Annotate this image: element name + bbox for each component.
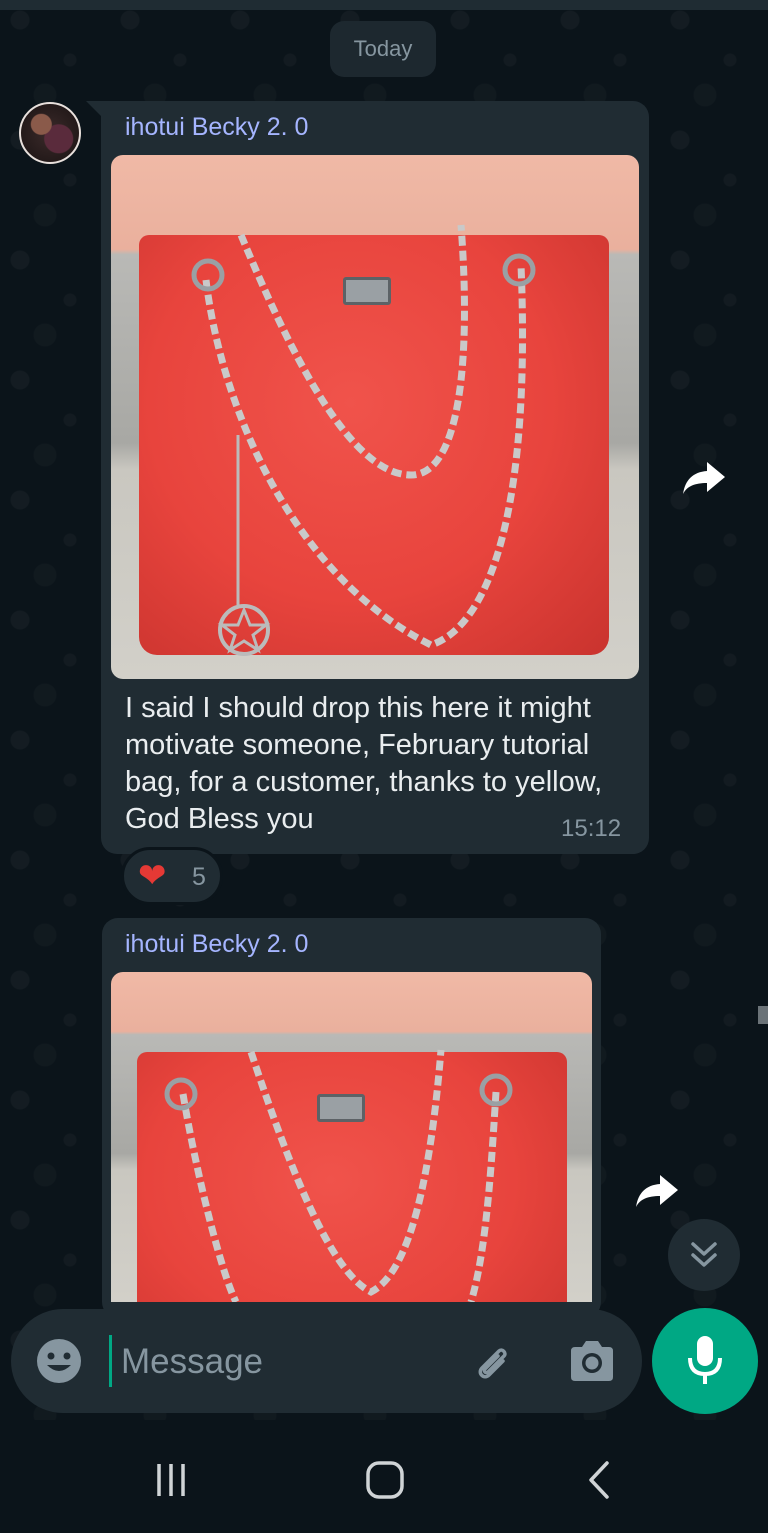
message-text: I said I should drop this here it might … [125, 692, 603, 835]
chain-strap-illustration [164, 1049, 513, 1302]
paperclip-icon [478, 1348, 507, 1379]
system-nav-bar [0, 1420, 768, 1533]
camera-icon [571, 1341, 613, 1381]
forward-icon [683, 462, 725, 494]
voice-record-button[interactable] [652, 1308, 758, 1414]
emoji-button[interactable] [35, 1337, 83, 1385]
scroll-to-bottom-button[interactable] [668, 1219, 740, 1291]
top-divider [0, 0, 768, 10]
forward-button[interactable] [678, 452, 730, 504]
reaction-badge[interactable]: ❤ 5 [121, 847, 223, 905]
camera-button[interactable] [567, 1337, 617, 1385]
chat-area[interactable]: Today ihotui Becky 2. 0 I said I should … [0, 0, 768, 1420]
home-button[interactable] [355, 1450, 415, 1510]
emoji-icon [37, 1339, 81, 1383]
recent-apps-icon [157, 1464, 185, 1496]
text-caret [109, 1335, 112, 1387]
bubble-tail [86, 101, 102, 117]
scrollbar-thumb[interactable] [758, 1006, 768, 1024]
message-image[interactable] [111, 972, 592, 1302]
message-input[interactable] [119, 1329, 453, 1395]
home-icon [366, 1461, 404, 1499]
mic-icon [688, 1336, 722, 1384]
double-chevron-down-icon [691, 1242, 717, 1267]
date-chip: Today [330, 21, 436, 77]
message-time: 15:12 [561, 815, 622, 842]
message-bubble[interactable]: ihotui Becky 2. 0 [102, 918, 601, 1318]
recent-apps-button[interactable] [141, 1450, 201, 1510]
message-image[interactable] [111, 155, 639, 679]
forward-button[interactable] [631, 1165, 683, 1217]
sender-name[interactable]: ihotui Becky 2. 0 [125, 113, 308, 142]
back-icon [589, 1461, 609, 1499]
forward-icon [636, 1175, 678, 1207]
message-composer [11, 1309, 642, 1413]
attach-button[interactable] [469, 1339, 517, 1387]
sender-avatar[interactable] [19, 102, 81, 164]
back-button[interactable] [571, 1450, 631, 1510]
chain-strap-illustration [191, 224, 536, 656]
sender-name[interactable]: ihotui Becky 2. 0 [125, 930, 308, 959]
reaction-count: 5 [192, 863, 206, 891]
heart-icon: ❤ [138, 857, 167, 895]
